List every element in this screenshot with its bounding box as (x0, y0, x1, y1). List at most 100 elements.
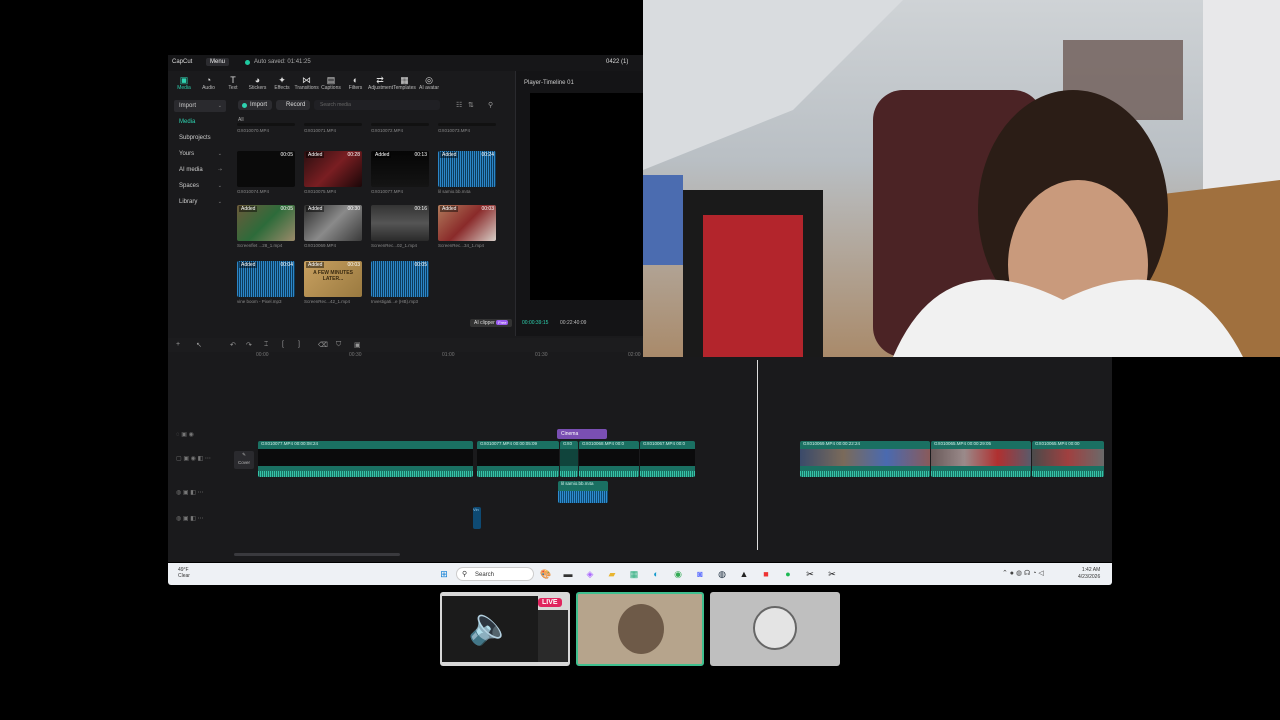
text-clip[interactable]: Cinema (557, 429, 607, 439)
video-clip[interactable]: GX0 (560, 441, 578, 477)
steam-icon[interactable]: ◍ (716, 568, 728, 580)
tool-tab-templates[interactable]: ▦ Templates (393, 75, 417, 93)
tray-icons[interactable]: ⌃ ● ◍ ☊ ◔ ◁ (1002, 569, 1044, 577)
chrome-icon[interactable]: ◉ (672, 568, 684, 580)
clip-waveform (640, 471, 695, 477)
add-track-icon[interactable]: + (176, 341, 180, 348)
playhead[interactable] (757, 360, 758, 550)
media-item-video[interactable]: Added 00:05 (237, 205, 295, 241)
media-item-video[interactable]: Added 00:13 (371, 151, 429, 187)
clip-waveform (560, 471, 578, 477)
timeline-scrollbar[interactable] (234, 553, 400, 556)
audio-icon: ◔ (205, 75, 212, 85)
audio-clip[interactable]: lil samio.bb.m4a (558, 481, 608, 503)
sidebar-item-import[interactable]: Import ⌄ (174, 100, 226, 112)
screenshot-icon[interactable]: ▣ (354, 341, 361, 349)
capcut-3-icon[interactable]: ✂ (826, 568, 838, 580)
small-audio-clip-label: Vin (473, 507, 479, 512)
app-red-icon[interactable]: ■ (760, 568, 772, 580)
tool-tab-effects[interactable]: ✦ Effects (270, 75, 294, 93)
media-item-video[interactable]: 00:05 (237, 151, 295, 187)
media-item-video[interactable] (371, 123, 429, 126)
filter-icon[interactable]: ⚲ (488, 101, 493, 109)
track-controls-text[interactable]: ◌ ▣ ◉ (176, 431, 194, 438)
edge-icon[interactable]: ◐ (650, 568, 662, 580)
redo-icon[interactable]: ↷ (246, 341, 252, 349)
select-tool-icon[interactable]: ↖ (196, 341, 202, 349)
sidebar-item-library[interactable]: Library ⌄ (174, 196, 226, 208)
split-icon[interactable]: ⌶ (264, 341, 268, 349)
stream-tile-1[interactable]: 🔈 LIVE (440, 592, 570, 666)
tool-tab-text[interactable]: T Text (221, 75, 245, 93)
tool-tab-adjustment[interactable]: ⇄ Adjustment (368, 75, 393, 93)
video-clip[interactable]: GX010065.MP4 00:00 (1032, 441, 1104, 477)
trim-left-icon[interactable]: [ (282, 341, 284, 348)
store-icon[interactable]: ▦ (628, 568, 640, 580)
tool-tab-stickers[interactable]: ◕ Stickers (246, 75, 270, 93)
taskbar-clock[interactable]: 1:42 AM 4/23/2026 (1078, 567, 1100, 581)
sort-icon[interactable]: ⇅ (468, 101, 474, 109)
chevron-down-icon: ⌄ (217, 151, 222, 157)
tool-tab-media[interactable]: ▣ Media (172, 75, 196, 93)
windows-start-icon[interactable]: ⊞ (438, 568, 450, 580)
undo-icon[interactable]: ↶ (230, 341, 236, 349)
video-clip-label: GX010067.MP4 00:0 (643, 441, 686, 446)
weather-widget[interactable]: 49°F Clear (178, 567, 190, 579)
sidebar-item-subprojects[interactable]: Subprojects (174, 132, 226, 144)
marker-icon[interactable]: ⛉ (336, 341, 341, 349)
media-item-caption: GX010070.MP4 (237, 128, 270, 133)
player-preview[interactable] (530, 93, 645, 300)
media-item-video[interactable]: Added 00:03 (438, 205, 496, 241)
tool-tab-ai-avatar[interactable]: ◎ AI avatar (417, 75, 441, 93)
media-item-video[interactable] (237, 123, 295, 126)
sidebar-item-yours[interactable]: Yours ⌄ (174, 148, 226, 160)
search-media-input[interactable]: Search media (314, 100, 440, 110)
media-item-caption: GX010071.MP4 (304, 128, 337, 133)
media-item-video[interactable]: 00:16 (371, 205, 429, 241)
capcut-icon[interactable]: ▲ (738, 568, 750, 580)
stream-tile-2[interactable] (576, 592, 704, 666)
media-item-audio[interactable]: Added 00:24 (438, 151, 496, 187)
media-item-audio[interactable]: 00:05 (371, 261, 429, 297)
media-item-video[interactable]: Added 00:03 A FEW MINUTES LATER... (304, 261, 362, 297)
file-explorer-icon[interactable]: ▬ (562, 568, 574, 580)
discord-icon[interactable]: ◙ (694, 568, 706, 580)
trim-right-icon[interactable]: ] (298, 341, 300, 348)
tool-tab-captions[interactable]: ▤ Captions (319, 75, 343, 93)
small-audio-clip[interactable]: Vin (473, 507, 481, 529)
video-clip[interactable]: GX010068.MP4 00:0 (579, 441, 639, 477)
tool-tab-filters[interactable]: ◐ Filters (344, 75, 368, 93)
copilot-icon[interactable]: ◈ (584, 568, 596, 580)
video-clip[interactable]: GX010065.MP4 00:00:29:05 (931, 441, 1031, 477)
sidebar-item-ai-media[interactable]: AI media ⇢ (174, 164, 226, 176)
sidebar-item-spaces[interactable]: Spaces ⌄ (174, 180, 226, 192)
media-item-video[interactable] (438, 123, 496, 126)
taskbar-search[interactable]: Search (456, 567, 534, 581)
ai-clipper-button[interactable]: AI clipper Free (470, 319, 513, 327)
delete-icon[interactable]: ⌫ (318, 341, 328, 349)
track-controls-audio[interactable]: ◍ ▣ ◧ ⋯ (176, 489, 204, 496)
import-button[interactable]: Import (238, 100, 273, 110)
record-button[interactable]: Record (276, 100, 311, 110)
video-clip[interactable]: GX010069.MP4 00:00:22:24 (800, 441, 930, 477)
video-clip[interactable]: GX010067.MP4 00:0 (640, 441, 695, 477)
spotify-icon[interactable]: ● (782, 568, 794, 580)
media-item-video[interactable]: Added 00:28 (304, 151, 362, 187)
menu-button[interactable]: Menu (206, 58, 230, 66)
tool-tab-transitions[interactable]: ⋈ Transitions (295, 75, 319, 93)
capcut-2-icon[interactable]: ✂ (804, 568, 816, 580)
media-item-video[interactable] (304, 123, 362, 126)
folder-icon[interactable]: ▰ (606, 568, 618, 580)
sidebar-item-media[interactable]: Media (174, 116, 226, 128)
cover-button[interactable]: ✎ Cover (234, 451, 254, 469)
video-clip[interactable]: GX010077.MP4 00:00:08:24 (258, 441, 473, 477)
video-clip[interactable]: GX010077.MP4 00:00:05:09 (477, 441, 559, 477)
media-item-audio[interactable]: Added 00:04 (237, 261, 295, 297)
track-controls-main[interactable]: ▢ ▣ ◉ ◧ ⋯ (176, 455, 211, 462)
widgets-icon[interactable]: 🎨 (540, 568, 552, 580)
stream-tile-3[interactable] (710, 592, 840, 666)
tool-tab-audio[interactable]: ◔ Audio (197, 75, 221, 93)
media-item-video[interactable]: Added 00:30 (304, 205, 362, 241)
view-grid-icon[interactable]: ☷ (456, 101, 462, 109)
track-controls-audio-2[interactable]: ◍ ▣ ◧ ⋯ (176, 515, 204, 522)
